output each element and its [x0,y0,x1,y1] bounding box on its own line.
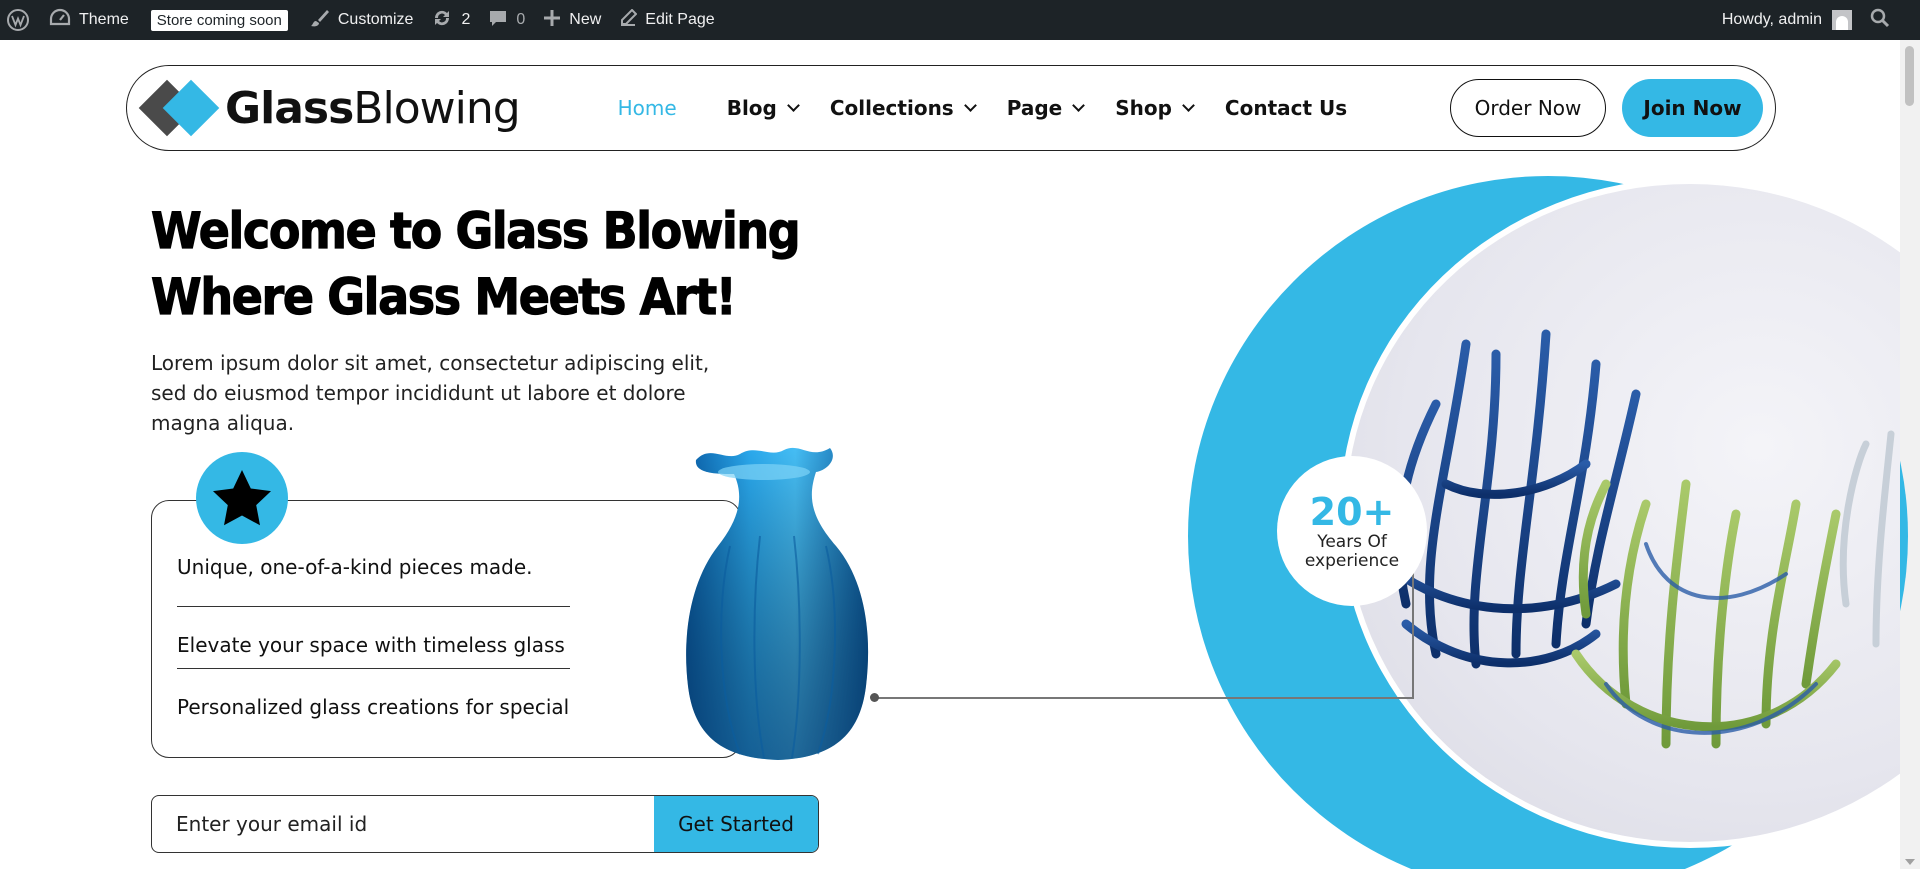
star-icon [213,470,271,526]
hero-title-line2: Where Glass Meets Art! [150,267,737,326]
comment-icon [488,8,508,33]
plus-icon [543,9,561,32]
experience-number: 20+ [1309,490,1395,534]
order-now-button[interactable]: Order Now [1450,79,1606,137]
search-icon [1870,8,1890,33]
feature-item: Unique, one-of-a-kind pieces made. [177,545,570,607]
experience-label-line1: Years Of [1317,532,1387,552]
edit-page-label: Edit Page [645,11,715,28]
leader-line [874,697,1414,699]
new-content-link[interactable]: New [534,0,610,40]
email-input[interactable] [152,796,654,852]
site-logo[interactable]: GlassBlowing [138,79,521,137]
nav-shop[interactable]: Shop [1115,96,1195,120]
scrollbar-thumb[interactable] [1905,46,1914,106]
logo-text: GlassBlowing [225,82,521,134]
chevron-down-icon [1182,99,1195,112]
dashboard-icon [49,8,71,33]
customize-label: Customize [337,11,414,28]
hero-title-line1: Welcome to Glass Blowing [150,201,801,260]
wordpress-logo-icon[interactable] [0,0,40,40]
page-scrollbar[interactable] [1900,40,1920,869]
pencil-icon [619,8,638,32]
avatar [1832,10,1852,30]
star-badge [196,452,288,544]
edit-page-link[interactable]: Edit Page [610,0,723,40]
scroll-down-arrow-icon[interactable] [1905,859,1915,865]
nav-contact-us[interactable]: Contact Us [1225,96,1347,120]
feature-item: Elevate your space with timeless glass [177,607,570,669]
feature-item: Personalized glass creations for special [177,695,570,719]
logo-diamond-icon [138,79,220,137]
theme-label: Theme [79,11,129,28]
experience-badge: 20+ Years Of experience [1277,456,1427,606]
chevron-down-icon [786,99,800,112]
store-badge-label: Store coming soon [150,9,288,31]
chevron-down-icon [1072,99,1086,112]
join-now-button[interactable]: Join Now [1622,79,1763,137]
nav-collections[interactable]: Collections [830,96,977,120]
get-started-button[interactable]: Get Started [654,796,818,852]
brush-icon [310,8,330,33]
main-nav: Home Blog Collections Page Shop Contact … [618,96,1380,120]
experience-label-line2: experience [1304,551,1400,571]
features-list: Unique, one-of-a-kind pieces made. Eleva… [177,545,570,731]
hero-description: Lorem ipsum dolor sit amet, consectetur … [151,351,710,435]
account-menu[interactable]: Howdy, admin [1713,0,1861,40]
comments-link[interactable]: 0 [479,0,534,40]
updates-count: 2 [461,11,471,28]
updates-icon [431,8,453,33]
nav-blog[interactable]: Blog [727,96,800,120]
newsletter-form: Get Started [151,795,819,853]
updates-link[interactable]: 2 [422,0,479,40]
customize-link[interactable]: Customize [301,0,423,40]
nav-page[interactable]: Page [1007,96,1086,120]
glass-bowls-image [1381,329,1895,749]
blue-vase-image [686,447,869,760]
howdy-label: Howdy, admin [1721,11,1822,28]
comments-count: 0 [516,11,526,28]
theme-menu[interactable]: Theme [40,0,138,40]
site-header: GlassBlowing Home Blog Collections Page … [126,65,1776,151]
store-status-badge[interactable]: Store coming soon [138,0,301,40]
search-button[interactable] [1861,0,1920,40]
nav-home[interactable]: Home [618,96,677,120]
new-label: New [569,11,602,28]
hero-title: Welcome to Glass Blowing Where Glass Mee… [150,198,813,330]
chevron-down-icon [963,99,977,112]
wp-admin-bar: Theme Store coming soon Customize 2 0 Ne… [0,0,1920,40]
